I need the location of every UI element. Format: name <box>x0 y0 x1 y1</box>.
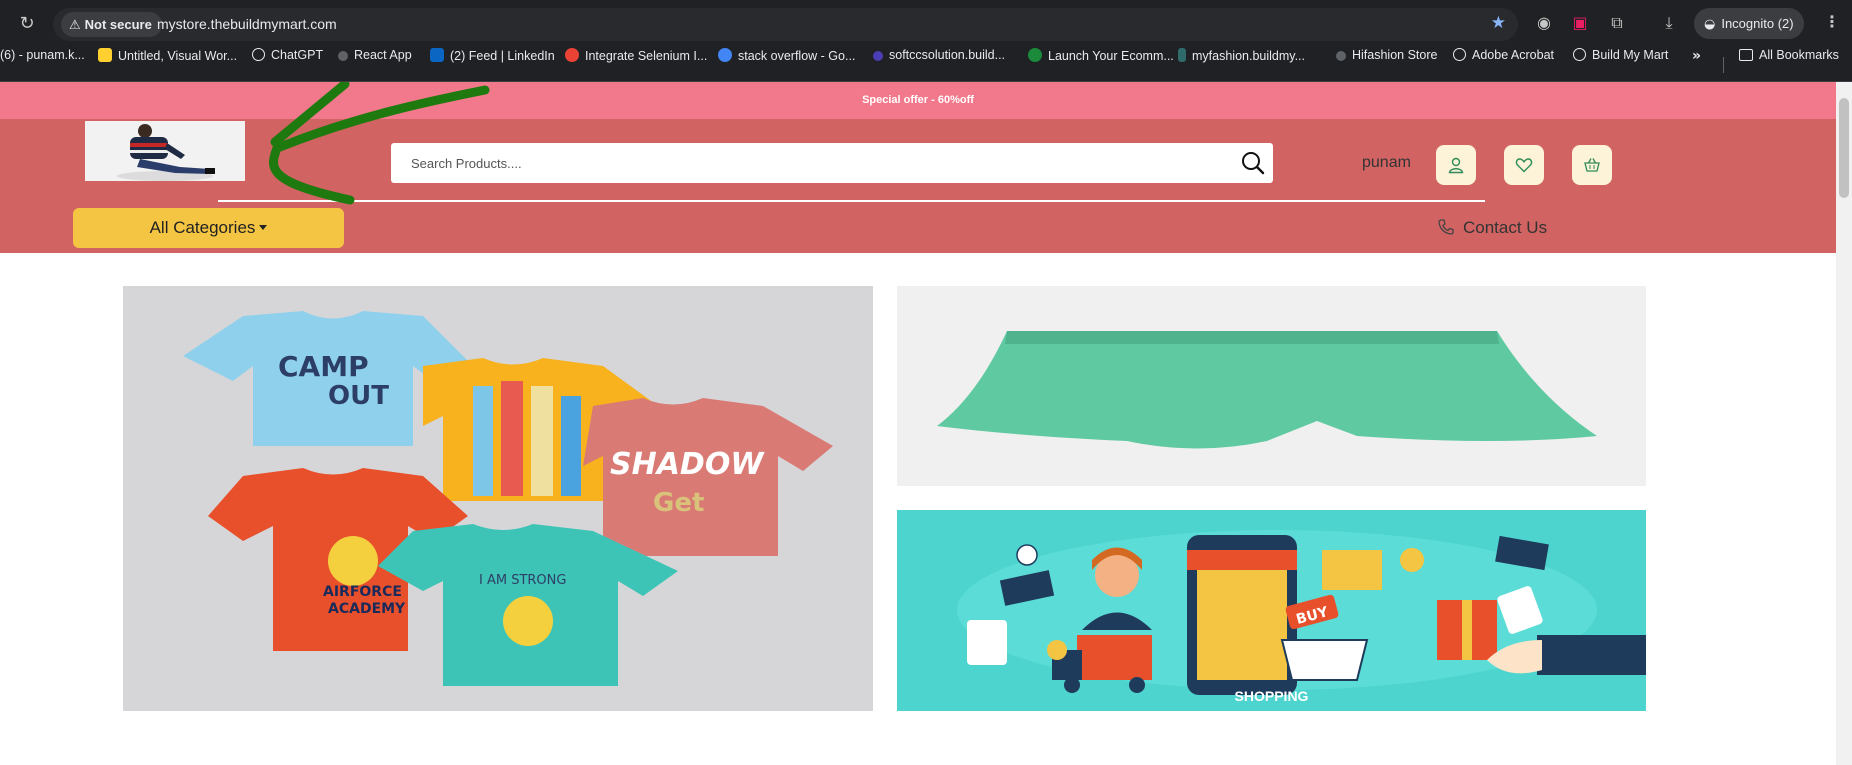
site-icon <box>1178 48 1186 62</box>
globe-icon <box>1573 48 1586 61</box>
bookmark-label: Launch Your Ecomm... <box>1048 49 1174 63</box>
bookmark-label: Build My Mart <box>1592 48 1669 62</box>
phone-icon <box>1438 219 1454 235</box>
bookmark-item[interactable]: (6) - punam.k... <box>0 48 85 81</box>
store-logo[interactable] <box>85 121 245 181</box>
bookmarks-bar: (6) - punam.k... Untitled, Visual Wor...… <box>0 48 1852 82</box>
puzzle-icon[interactable]: ⧉ <box>1606 12 1628 34</box>
search-icon[interactable] <box>1241 151 1265 175</box>
heart-icon <box>1515 158 1533 173</box>
globe-icon <box>1453 48 1466 61</box>
bookmark-label: ChatGPT <box>271 48 324 62</box>
bookmark-label: Integrate Selenium I... <box>585 49 708 63</box>
promo-text: Special offer - 60%off <box>862 94 974 106</box>
bookmark-label: myfashion.buildmy... <box>1192 49 1306 63</box>
bookmark-item[interactable]: Adobe Acrobat <box>1453 48 1554 81</box>
bookmark-label: React App <box>354 48 412 62</box>
shopping-label: SHOPPING <box>1234 688 1309 704</box>
svg-text:AIRFORCE: AIRFORCE <box>323 584 402 600</box>
scrollbar-thumb[interactable] <box>1839 98 1849 198</box>
bookmark-label: softccsolution.build... <box>889 48 1006 62</box>
search-box <box>391 143 1273 183</box>
contact-us-link[interactable]: Contact Us <box>1437 218 1547 238</box>
extension-icon[interactable]: ▣ <box>1569 12 1591 34</box>
incognito-chip[interactable]: ◒ Incognito (2) <box>1694 8 1804 39</box>
incognito-label: Incognito (2) <box>1721 16 1794 31</box>
tshirts-image: CAMP OUT SHADOW Get AIRFORCE ACADEMY I A… <box>123 286 873 711</box>
security-label: Not secure <box>84 17 152 32</box>
linkedin-icon <box>430 48 444 62</box>
bookmark-item[interactable]: React App <box>338 48 412 81</box>
shopping-banner[interactable]: BUY SHOPPING <box>897 510 1646 711</box>
bookmark-label: stack overflow - Go... <box>738 49 856 63</box>
bookmark-label: (2) Feed | LinkedIn <box>450 49 555 63</box>
folder-icon <box>1739 49 1753 61</box>
divider <box>1723 57 1724 73</box>
account-button[interactable] <box>1436 145 1476 185</box>
bookmark-item[interactable]: Launch Your Ecomm... <box>1028 48 1174 81</box>
chatgpt-icon <box>252 48 265 61</box>
svg-text:OUT: OUT <box>328 381 389 411</box>
bookmarks-overflow-icon[interactable]: » <box>1692 48 1701 81</box>
download-icon[interactable]: ⤓ <box>1658 12 1680 34</box>
shorts-banner[interactable] <box>897 286 1646 486</box>
bookmark-item[interactable]: Hifashion Store <box>1336 48 1437 81</box>
google-icon <box>718 48 732 62</box>
basket-icon <box>1584 158 1600 172</box>
miro-icon <box>98 48 112 62</box>
cart-button[interactable] <box>1572 145 1612 185</box>
svg-text:SHADOW: SHADOW <box>610 447 765 482</box>
warning-icon: ⚠ <box>69 18 81 33</box>
all-categories-button[interactable]: All Categories <box>73 208 344 248</box>
site-icon <box>1336 51 1346 61</box>
page-scrollbar[interactable] <box>1836 82 1852 765</box>
site-icon <box>1028 48 1042 62</box>
search-input[interactable] <box>391 143 1211 183</box>
react-icon <box>338 51 348 61</box>
svg-text:ACADEMY: ACADEMY <box>328 601 406 617</box>
caret-down-icon <box>259 225 268 230</box>
contact-label: Contact Us <box>1463 218 1548 237</box>
user-icon <box>1448 157 1464 174</box>
svg-text:CAMP: CAMP <box>278 350 369 383</box>
bookmark-item[interactable]: Build My Mart <box>1573 48 1668 81</box>
security-chip[interactable]: ⚠ Not secure <box>61 12 162 37</box>
tshirts-banner[interactable]: CAMP OUT SHADOW Get AIRFORCE ACADEMY I A… <box>123 286 873 711</box>
wishlist-button[interactable] <box>1504 145 1544 185</box>
bookmark-item[interactable]: softccsolution.build... <box>873 48 1005 81</box>
svg-text:I AM STRONG: I AM STRONG <box>479 573 566 588</box>
bookmark-star-icon[interactable]: ★ <box>1491 13 1506 33</box>
logo-image <box>85 121 245 181</box>
bookmark-item[interactable]: (2) Feed | LinkedIn <box>430 48 555 81</box>
bookmark-item[interactable]: Untitled, Visual Wor... <box>98 48 237 81</box>
reload-icon[interactable]: ↻ <box>14 11 40 37</box>
categories-label: All Categories <box>149 218 256 237</box>
bookmark-label: Hifashion Store <box>1352 48 1438 62</box>
url-text[interactable]: mystore.thebuildmymart.com <box>157 16 337 32</box>
lens-icon[interactable]: ◉ <box>1533 12 1555 34</box>
shopping-image: BUY <box>897 510 1646 711</box>
bookmark-item[interactable]: stack overflow - Go... <box>718 48 855 81</box>
incognito-icon: ◒ <box>1704 17 1716 32</box>
bookmark-item[interactable]: myfashion.buildmy... <box>1178 48 1305 81</box>
bookmark-item[interactable]: ChatGPT <box>252 48 323 81</box>
bookmark-item[interactable]: Integrate Selenium I... <box>565 48 707 81</box>
all-bookmarks-label: All Bookmarks <box>1759 48 1839 62</box>
address-bar[interactable]: ⚠ Not secure mystore.thebuildmymart.com ★ <box>53 8 1518 41</box>
bookmark-label: Adobe Acrobat <box>1472 48 1555 62</box>
bookmark-label: (6) - punam.k... <box>0 48 85 62</box>
annotation-arrow-icon <box>269 82 490 205</box>
chrome-icon <box>565 48 579 62</box>
site-icon <box>873 51 883 61</box>
web-page: Special offer - 60%off punam <box>0 82 1836 765</box>
menu-icon[interactable]: ⋮ <box>1824 12 1840 31</box>
username-label[interactable]: punam <box>1362 154 1411 172</box>
svg-text:Get: Get <box>653 488 704 518</box>
bookmark-label: Untitled, Visual Wor... <box>118 49 238 63</box>
all-bookmarks-button[interactable]: All Bookmarks <box>1739 48 1839 81</box>
browser-toolbar: ↻ ⚠ Not secure mystore.thebuildmymart.com… <box>0 0 1852 48</box>
shorts-image <box>897 286 1646 486</box>
